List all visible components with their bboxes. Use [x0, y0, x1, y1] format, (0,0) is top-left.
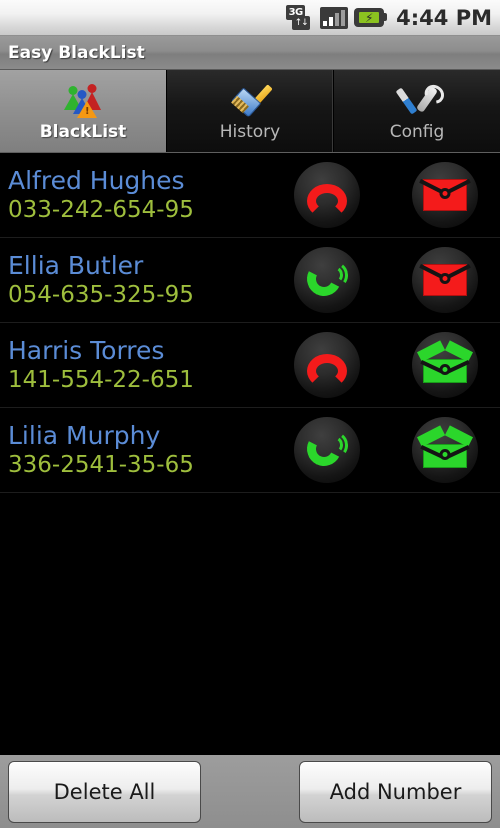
- contact-name: Harris Torres: [8, 335, 165, 365]
- network-updown-arrows-icon: ↑↓: [292, 15, 311, 30]
- call-blocked-icon[interactable]: [294, 162, 360, 228]
- tab-bar: ! BlackList History Config: [0, 70, 500, 153]
- sms-blocked-icon[interactable]: [412, 247, 478, 313]
- sms-blocked-icon[interactable]: [412, 162, 478, 228]
- row-actions: [294, 417, 500, 483]
- empty-list-area: [0, 493, 500, 723]
- row-actions: [294, 247, 500, 313]
- add-number-button[interactable]: Add Number: [299, 760, 492, 823]
- broom-icon: [229, 81, 273, 119]
- charging-bolt-icon: ⚡: [364, 10, 374, 25]
- blacklist-people-warning-icon: !: [62, 81, 104, 119]
- battery-charging-icon: ⚡: [354, 8, 388, 27]
- sms-allowed-icon[interactable]: [412, 332, 478, 398]
- tab-history[interactable]: History: [167, 70, 334, 152]
- call-blocked-icon[interactable]: [294, 332, 360, 398]
- call-allowed-icon[interactable]: [294, 417, 360, 483]
- status-clock: 4:44 PM: [396, 5, 492, 30]
- contact-name: Alfred Hughes: [8, 165, 185, 195]
- contact-text-block: Ellia Butler 054-635-325-95: [0, 250, 294, 309]
- table-row[interactable]: Lilia Murphy 336-2541-35-65: [0, 408, 500, 493]
- tools-icon: [395, 81, 439, 119]
- tab-history-label: History: [219, 121, 281, 142]
- app-title: Easy BlackList: [8, 42, 145, 63]
- contact-text-block: Alfred Hughes 033-242-654-95: [0, 165, 294, 224]
- row-actions: [294, 332, 500, 398]
- sms-allowed-icon[interactable]: [412, 417, 478, 483]
- contact-text-block: Harris Torres 141-554-22-651: [0, 335, 294, 394]
- contact-number: 336-2541-35-65: [8, 452, 194, 479]
- row-actions: [294, 162, 500, 228]
- tab-blacklist[interactable]: ! BlackList: [0, 70, 167, 152]
- status-icon-group: 3G ↑↓ ⚡ 4:44 PM: [286, 4, 492, 31]
- network-3g-icon: 3G ↑↓: [286, 4, 314, 31]
- contact-number: 033-242-654-95: [8, 197, 194, 224]
- status-bar: 3G ↑↓ ⚡ 4:44 PM: [0, 0, 500, 36]
- delete-all-button[interactable]: Delete All: [8, 760, 201, 823]
- phone-screen: 3G ↑↓ ⚡ 4:44 PM Easy BlackList ! BlackLi…: [0, 0, 500, 828]
- app-title-bar: Easy BlackList: [0, 36, 500, 70]
- contact-text-block: Lilia Murphy 336-2541-35-65: [0, 420, 294, 479]
- warning-triangle-icon: !: [77, 100, 97, 118]
- table-row[interactable]: Ellia Butler 054-635-325-95: [0, 238, 500, 323]
- blacklist-list: Alfred Hughes 033-242-654-95 Ellia Butle…: [0, 153, 500, 493]
- contact-number: 054-635-325-95: [8, 282, 194, 309]
- contact-name: Lilia Murphy: [8, 420, 161, 450]
- contact-number: 141-554-22-651: [8, 367, 194, 394]
- tab-blacklist-label: BlackList: [39, 121, 127, 142]
- signal-strength-icon: [320, 6, 349, 29]
- table-row[interactable]: Alfred Hughes 033-242-654-95: [0, 153, 500, 238]
- tab-config[interactable]: Config: [334, 70, 500, 152]
- tab-config-label: Config: [389, 121, 445, 142]
- table-row[interactable]: Harris Torres 141-554-22-651: [0, 323, 500, 408]
- bottom-button-bar: Delete All Add Number: [0, 753, 500, 828]
- call-allowed-icon[interactable]: [294, 247, 360, 313]
- contact-name: Ellia Butler: [8, 250, 144, 280]
